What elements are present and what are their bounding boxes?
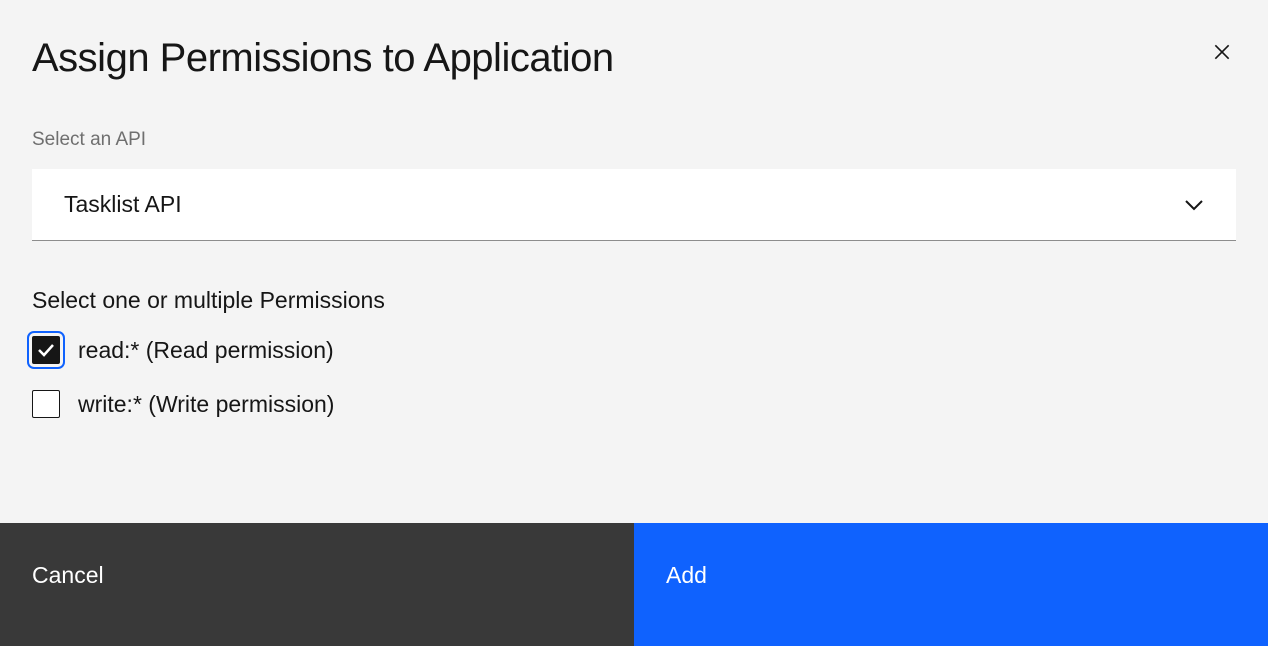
modal-title: Assign Permissions to Application [32, 36, 614, 81]
permission-row-write: write:* (Write permission) [32, 390, 1236, 418]
modal-body: Select an API Tasklist API Select one or… [0, 81, 1268, 418]
add-button[interactable]: Add [634, 523, 1268, 646]
permissions-label: Select one or multiple Permissions [32, 287, 1236, 314]
permission-row-read: read:* (Read permission) [32, 336, 1236, 364]
permission-label-write: write:* (Write permission) [78, 391, 334, 418]
permissions-section: Select one or multiple Permissions read:… [32, 287, 1236, 418]
api-select-value: Tasklist API [64, 191, 1184, 218]
permission-label-read: read:* (Read permission) [78, 337, 334, 364]
chevron-down-icon [1184, 199, 1204, 211]
close-icon [1212, 42, 1232, 65]
close-button[interactable] [1208, 38, 1236, 69]
cancel-button[interactable]: Cancel [0, 523, 634, 646]
modal-header: Assign Permissions to Application [0, 0, 1268, 81]
api-select[interactable]: Tasklist API [32, 169, 1236, 241]
permission-checkbox-write[interactable] [32, 390, 60, 418]
permission-checkbox-read[interactable] [32, 336, 60, 364]
assign-permissions-modal: Assign Permissions to Application Select… [0, 0, 1268, 646]
modal-footer: Cancel Add [0, 523, 1268, 646]
api-select-label: Select an API [32, 129, 1236, 151]
